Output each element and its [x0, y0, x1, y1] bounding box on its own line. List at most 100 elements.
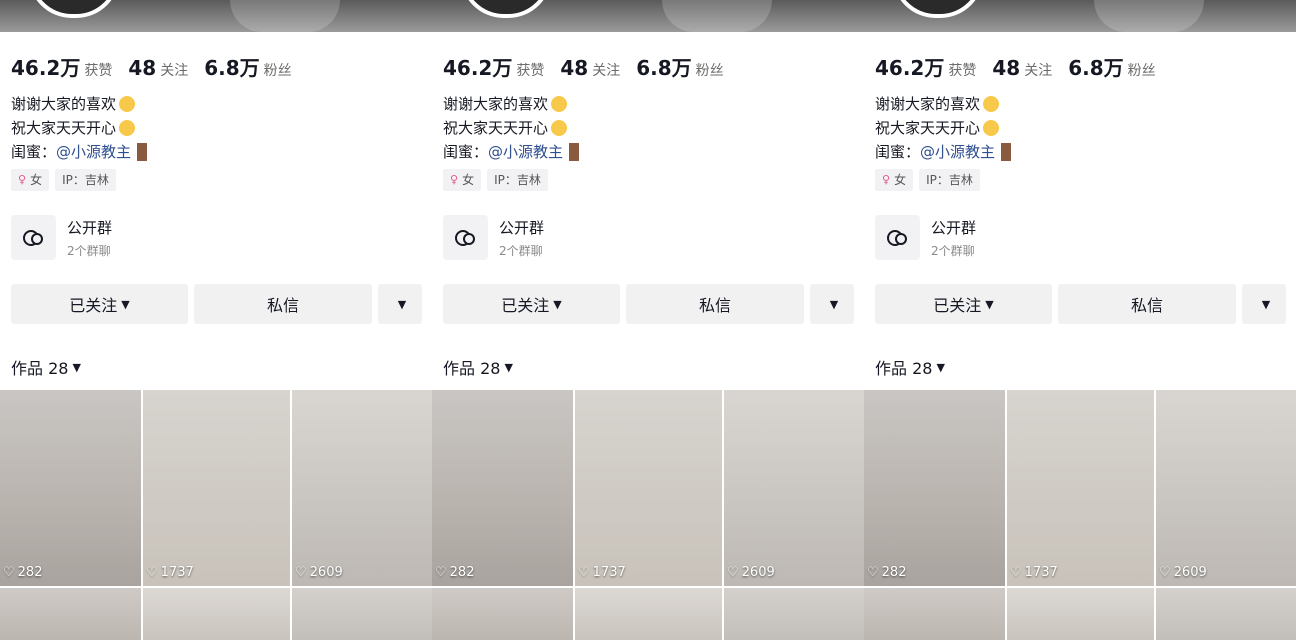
video-likes-count: 2609 — [741, 565, 775, 580]
video-thumbnail[interactable] — [0, 588, 141, 640]
video-thumbnail[interactable] — [143, 588, 290, 640]
stat-likes[interactable]: 46.2万 获赞 — [875, 52, 976, 81]
bio-decoration — [1001, 143, 1012, 161]
video-grid: ♡ 282 ♡ 1737 ♡ 2609 — [0, 390, 432, 640]
group-chat-entry[interactable]: 公开群 2个群聊 — [11, 215, 112, 260]
profile-actions: 已关注 ▼ 私信 ▼ — [443, 284, 854, 324]
video-thumbnail[interactable] — [575, 588, 722, 640]
message-button[interactable]: 私信 — [1058, 284, 1236, 324]
group-subtitle: 2个群聊 — [499, 243, 543, 258]
profile-tags: ♀ 女 IP：吉林 — [875, 169, 986, 191]
stat-likes[interactable]: 46.2万 获赞 — [11, 52, 112, 81]
stat-following[interactable]: 48 关注 — [992, 56, 1052, 80]
message-button[interactable]: 私信 — [626, 284, 804, 324]
video-likes-count: 2609 — [309, 565, 343, 580]
bio-decoration — [569, 143, 580, 161]
works-tab[interactable]: 作品 28 ▼ — [875, 355, 945, 379]
video-grid-row — [864, 586, 1296, 640]
video-likes-count: 1737 — [1024, 565, 1058, 580]
group-text: 公开群 2个群聊 — [67, 217, 112, 259]
caret-down-icon: ▼ — [504, 360, 513, 374]
ip-tag: IP：吉林 — [487, 169, 548, 191]
more-button[interactable]: ▼ — [810, 284, 854, 324]
followed-button-label: 已关注 — [501, 296, 550, 315]
video-likes-count: 282 — [449, 565, 475, 580]
more-button[interactable]: ▼ — [1242, 284, 1286, 324]
screenshot-row: 46.2万 获赞 48 关注 6.8万 粉丝 谢谢大家的喜欢 祝大家天天开心 闺… — [0, 0, 1296, 640]
female-icon: ♀ — [18, 173, 27, 186]
video-thumbnail[interactable]: ♡ 1737 — [143, 390, 290, 586]
stat-followers[interactable]: 6.8万 粉丝 — [1068, 52, 1155, 81]
works-tab[interactable]: 作品 28 ▼ — [443, 355, 513, 379]
message-button-label: 私信 — [1130, 296, 1163, 315]
video-thumbnail[interactable]: ♡ 1737 — [1007, 390, 1154, 586]
stat-followers-value: 6.8万 — [204, 56, 260, 80]
bio-decoration — [137, 143, 148, 161]
bio-mention-link[interactable]: @小源教主 — [56, 140, 131, 164]
video-thumbnail[interactable]: ♡ 1737 — [575, 390, 722, 586]
profile-actions: 已关注 ▼ 私信 ▼ — [11, 284, 422, 324]
followed-button[interactable]: 已关注 ▼ — [11, 284, 188, 324]
caret-down-icon: ▼ — [829, 297, 839, 311]
video-thumbnail[interactable] — [724, 588, 864, 640]
video-likes: ♡ 1737 — [146, 565, 194, 580]
video-likes-count: 1737 — [592, 565, 626, 580]
stat-followers-label: 粉丝 — [1127, 63, 1156, 79]
gender-label: 女 — [894, 173, 907, 187]
stat-following[interactable]: 48 关注 — [560, 56, 620, 80]
more-button[interactable]: ▼ — [378, 284, 422, 324]
ip-label: IP：吉林 — [926, 173, 973, 187]
group-text: 公开群 2个群聊 — [499, 217, 544, 259]
video-thumbnail[interactable] — [864, 588, 1005, 640]
group-chat-icon — [11, 215, 56, 260]
profile-stats: 46.2万 获赞 48 关注 6.8万 粉丝 — [875, 52, 1172, 81]
profile-tags: ♀ 女 IP：吉林 — [443, 169, 554, 191]
bio-line-3: 闺蜜： @小源教主 — [11, 140, 148, 164]
video-likes: ♡ 282 — [3, 565, 42, 580]
video-thumbnail[interactable] — [432, 588, 573, 640]
video-thumbnail[interactable]: ♡ 2609 — [1156, 390, 1296, 586]
stat-following-value: 48 — [992, 56, 1021, 80]
video-thumbnail[interactable]: ♡ 282 — [432, 390, 573, 586]
profile-tags: ♀ 女 IP：吉林 — [11, 169, 122, 191]
video-likes: ♡ 2609 — [295, 565, 343, 580]
video-thumbnail[interactable] — [1007, 588, 1154, 640]
heart-icon: ♡ — [867, 565, 879, 580]
caret-down-icon: ▼ — [397, 297, 407, 311]
stat-following[interactable]: 48 关注 — [128, 56, 188, 80]
smile-emoji-icon — [551, 120, 568, 136]
followed-button[interactable]: 已关注 ▼ — [443, 284, 620, 324]
video-likes: ♡ 1737 — [1010, 565, 1058, 580]
video-thumbnail[interactable]: ♡ 282 — [0, 390, 141, 586]
video-grid-row: ♡ 282 ♡ 1737 ♡ 2609 — [432, 390, 864, 586]
video-grid-row — [0, 586, 432, 640]
bio-line-2: 祝大家天天开心 — [875, 116, 1011, 140]
group-chat-entry[interactable]: 公开群 2个群聊 — [443, 215, 544, 260]
stat-likes[interactable]: 46.2万 获赞 — [443, 52, 544, 81]
message-button-label: 私信 — [698, 296, 731, 315]
bio-line-2: 祝大家天天开心 — [11, 116, 147, 140]
video-thumbnail[interactable] — [292, 588, 432, 640]
video-thumbnail[interactable] — [1156, 588, 1296, 640]
group-chat-entry[interactable]: 公开群 2个群聊 — [875, 215, 976, 260]
bio-line-3: 闺蜜： @小源教主 — [443, 140, 580, 164]
bio-text-2: 祝大家天天开心 — [443, 119, 549, 137]
bio-text-1: 谢谢大家的喜欢 — [875, 95, 981, 113]
message-button[interactable]: 私信 — [194, 284, 372, 324]
caret-down-icon: ▼ — [553, 297, 562, 311]
profile-stats: 46.2万 获赞 48 关注 6.8万 粉丝 — [11, 52, 308, 81]
video-thumbnail[interactable]: ♡ 2609 — [292, 390, 432, 586]
bio-text-2: 祝大家天天开心 — [875, 119, 981, 137]
stat-followers-value: 6.8万 — [636, 56, 692, 80]
stat-followers[interactable]: 6.8万 粉丝 — [636, 52, 723, 81]
heart-icon: ♡ — [295, 565, 307, 580]
stat-likes-label: 获赞 — [516, 63, 545, 79]
stat-followers-value: 6.8万 — [1068, 56, 1124, 80]
bio-mention-link[interactable]: @小源教主 — [488, 140, 563, 164]
works-tab[interactable]: 作品 28 ▼ — [11, 355, 81, 379]
bio-mention-link[interactable]: @小源教主 — [920, 140, 995, 164]
followed-button[interactable]: 已关注 ▼ — [875, 284, 1052, 324]
stat-followers[interactable]: 6.8万 粉丝 — [204, 52, 291, 81]
video-thumbnail[interactable]: ♡ 282 — [864, 390, 1005, 586]
video-thumbnail[interactable]: ♡ 2609 — [724, 390, 864, 586]
